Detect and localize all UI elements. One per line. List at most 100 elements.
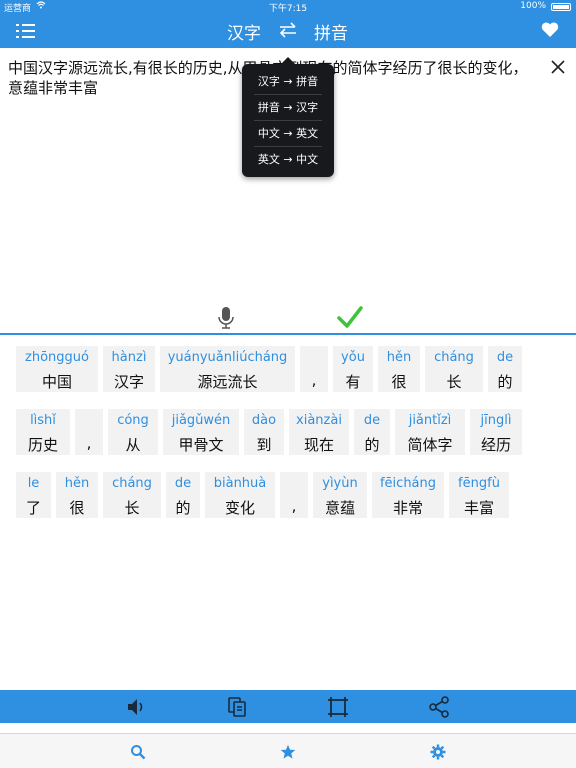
hanzi-label: 长	[446, 373, 462, 391]
word-cell[interactable]: jiǎntǐzì 简体字	[395, 409, 465, 455]
word-cell[interactable]: le 了	[16, 472, 51, 518]
source-language-button[interactable]: 汉字	[227, 19, 261, 44]
word-cell[interactable]: de 的	[166, 472, 200, 518]
popover-option-chinese-to-english[interactable]: 中文 → 英文	[242, 121, 334, 146]
crop-icon[interactable]	[327, 696, 349, 718]
pinyin-label: hěn	[386, 350, 412, 365]
share-icon[interactable]	[428, 696, 450, 718]
hanzi-label: 中国	[41, 373, 72, 391]
pinyin-label: zhōngguó	[25, 350, 89, 365]
word-cell[interactable]: ,	[280, 472, 308, 518]
word-cell[interactable]: ,	[300, 346, 328, 392]
hanzi-label: 从	[125, 436, 141, 454]
hanzi-label: ,	[311, 371, 317, 389]
word-cell[interactable]: hànzì 汉字	[103, 346, 155, 392]
battery-percent: 100%	[520, 1, 546, 11]
target-language-button[interactable]: 拼音	[314, 19, 348, 44]
word-cell[interactable]: yuányuǎnliúcháng 源远流长	[160, 346, 295, 392]
word-cell[interactable]: biànhuà 变化	[205, 472, 275, 518]
word-cell[interactable]: yǒu 有	[333, 346, 373, 392]
hanzi-label: 意蕴	[324, 499, 355, 517]
hanzi-label: 的	[497, 373, 513, 391]
hanzi-label: ,	[291, 497, 297, 515]
hanzi-label: ,	[86, 434, 92, 452]
pinyin-label: fēicháng	[379, 476, 437, 491]
word-cell[interactable]: zhōngguó 中国	[16, 346, 98, 392]
word-cell[interactable]: de 的	[354, 409, 390, 455]
hanzi-label: 的	[364, 436, 380, 454]
pinyin-label: le	[27, 476, 40, 491]
word-cell[interactable]: cóng 从	[108, 409, 158, 455]
battery-icon	[551, 3, 571, 11]
word-cell[interactable]: hěn 很	[378, 346, 420, 392]
word-cell[interactable]: ,	[75, 409, 103, 455]
menu-list-icon[interactable]	[16, 22, 36, 40]
hanzi-label: 历史	[27, 436, 58, 454]
word-cell[interactable]: jīnglì 经历	[470, 409, 522, 455]
hanzi-label: 丰富	[463, 499, 494, 517]
speaker-icon[interactable]	[125, 696, 147, 718]
hanzi-label: 到	[256, 436, 272, 454]
popover-option-pinyin-to-hanzi[interactable]: 拼音 → 汉字	[242, 95, 334, 120]
checkmark-icon[interactable]	[336, 304, 364, 330]
hanzi-label: 汉字	[113, 373, 144, 391]
pinyin-label: yǒu	[341, 350, 365, 365]
hanzi-label: 很	[391, 373, 407, 391]
pinyin-label: dào	[251, 413, 277, 428]
popover-option-hanzi-to-pinyin[interactable]: 汉字 → 拼音	[242, 69, 334, 94]
pinyin-label: cháng	[434, 350, 474, 365]
heart-icon[interactable]	[540, 20, 560, 40]
word-cell[interactable]: dào 到	[244, 409, 284, 455]
hanzi-label: 很	[69, 499, 85, 517]
bottom-toolbar	[0, 690, 576, 723]
word-cell[interactable]: yìyùn 意蕴	[313, 472, 367, 518]
pinyin-label: yuányuǎnliúcháng	[167, 350, 288, 365]
hanzi-label: 现在	[303, 436, 334, 454]
content-separator	[0, 333, 576, 335]
hanzi-label: 简体字	[407, 436, 453, 454]
hanzi-label: 的	[175, 499, 191, 517]
pinyin-label: hěn	[64, 476, 90, 491]
hanzi-label: 有	[345, 373, 361, 391]
hanzi-label: 长	[124, 499, 140, 517]
copy-icon[interactable]	[226, 696, 248, 718]
gear-icon[interactable]	[430, 744, 446, 760]
word-cell[interactable]: hěn 很	[56, 472, 98, 518]
pinyin-label: biànhuà	[213, 476, 267, 491]
pinyin-label: de	[174, 476, 192, 491]
pinyin-label: de	[363, 413, 381, 428]
word-cell[interactable]: jiǎgǔwén 甲骨文	[163, 409, 239, 455]
pinyin-label: jiǎgǔwén	[171, 413, 231, 428]
star-icon[interactable]	[280, 744, 296, 760]
status-bar: 运营商 下午7:15 100%	[0, 0, 576, 14]
swap-icon[interactable]	[278, 21, 298, 39]
hanzi-label: 经历	[480, 436, 511, 454]
hanzi-label: 了	[25, 499, 41, 517]
conversion-mode-popover: 汉字 → 拼音 拼音 → 汉字 中文 → 英文 英文 → 中文	[242, 57, 334, 177]
word-cell[interactable]: de 的	[488, 346, 522, 392]
pinyin-label: hànzì	[111, 350, 147, 365]
tab-bar	[0, 733, 576, 768]
hanzi-label: 变化	[224, 499, 255, 517]
hanzi-label: 甲骨文	[178, 436, 224, 454]
word-cell[interactable]: fēicháng 非常	[372, 472, 444, 518]
hanzi-label: 源远流长	[197, 373, 258, 391]
pinyin-label: jiǎntǐzì	[408, 413, 452, 428]
hanzi-label: 非常	[392, 499, 423, 517]
search-icon[interactable]	[130, 744, 146, 760]
pinyin-label: fēngfù	[458, 476, 500, 491]
close-icon[interactable]	[548, 58, 568, 78]
nav-bar: 汉字 拼音	[0, 14, 576, 48]
pinyin-label: xiànzài	[296, 413, 342, 428]
pinyin-label: cháng	[112, 476, 152, 491]
pinyin-label: lìshǐ	[30, 413, 56, 428]
word-cell[interactable]: xiànzài 现在	[289, 409, 349, 455]
word-cell[interactable]: lìshǐ 历史	[16, 409, 70, 455]
microphone-icon[interactable]	[216, 305, 236, 331]
word-cell[interactable]: fēngfù 丰富	[449, 472, 509, 518]
word-cell[interactable]: cháng 长	[425, 346, 483, 392]
pinyin-label: de	[496, 350, 514, 365]
word-cell[interactable]: cháng 长	[103, 472, 161, 518]
pinyin-label: jīnglì	[480, 413, 512, 428]
popover-option-english-to-chinese[interactable]: 英文 → 中文	[242, 147, 334, 172]
